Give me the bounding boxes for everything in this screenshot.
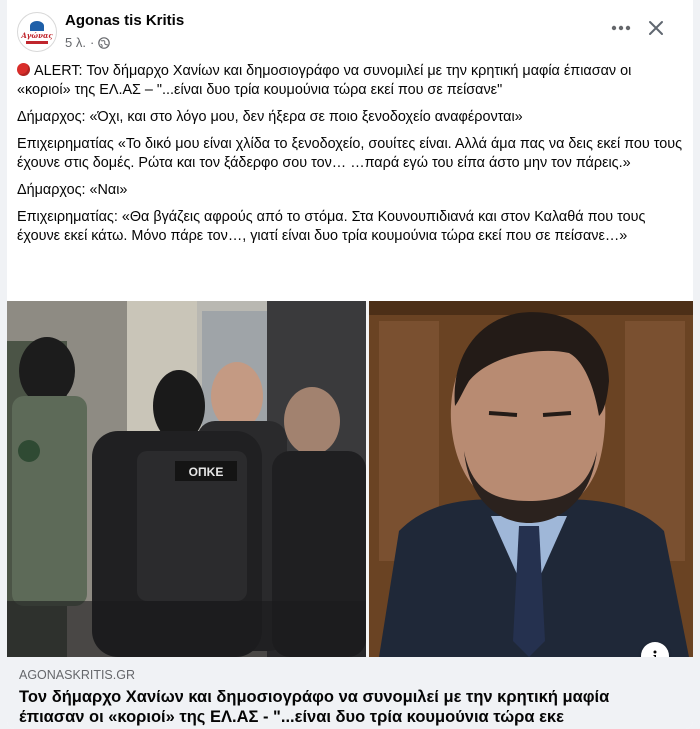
globe-icon[interactable] (98, 36, 111, 49)
link-preview-image[interactable]: ΟΠΚΕ (7, 301, 693, 657)
post-paragraph-1: ALERT: Τον δήμαρχο Χανίων και δημοσιογρά… (17, 62, 683, 100)
post-paragraph-5: Επιχειρηματίας: «Θα βγάζεις αφρούς από τ… (17, 209, 646, 244)
post-meta: 5 λ. · (65, 35, 111, 50)
page-avatar[interactable]: Αγώνας (17, 12, 57, 52)
post-paragraph-2: Δήμαρχος: «Όχι, και στο λόγο μου, δεν ήξ… (17, 109, 523, 125)
post-paragraph-4: Δήμαρχος: «Ναι» (17, 182, 128, 198)
page-name[interactable]: Agonas tis Kritis (65, 12, 184, 29)
post-paragraph-3: Επιχειρηματίας «Το δικό μου είναι χλίδα … (17, 136, 683, 171)
logo-underline (26, 40, 48, 44)
red-circle-icon (17, 63, 30, 76)
meta-separator: · (89, 35, 95, 50)
post-header: Αγώνας Agonas tis Kritis 5 λ. · (7, 0, 693, 56)
link-preview[interactable]: AGONASKRITIS.GR Τον δήμαρχο Χανίων και δ… (7, 657, 693, 729)
close-icon[interactable] (642, 14, 670, 42)
post-time[interactable]: 5 λ. (65, 35, 86, 50)
more-horizontal-icon[interactable] (607, 14, 635, 42)
link-domain: AGONASKRITIS.GR (19, 668, 135, 682)
post-paragraph-1-text: ALERT: Τον δήμαρχο Χανίων και δημοσιογρά… (17, 63, 632, 98)
link-title[interactable]: Τον δήμαρχο Χανίων και δημοσιογράφο να σ… (19, 687, 679, 727)
vest-label: ΟΠΚΕ (189, 465, 224, 479)
logo-emblem (30, 20, 44, 31)
photo-police-arrest: ΟΠΚΕ (7, 301, 366, 657)
photo-mayor-portrait (369, 301, 693, 657)
post-body: ALERT: Τον δήμαρχο Χανίων και δημοσιογρά… (17, 62, 683, 254)
post-card: Αγώνας Agonas tis Kritis 5 λ. · ALERT: Τ… (7, 0, 693, 729)
logo-text: Αγώνας (21, 30, 53, 40)
